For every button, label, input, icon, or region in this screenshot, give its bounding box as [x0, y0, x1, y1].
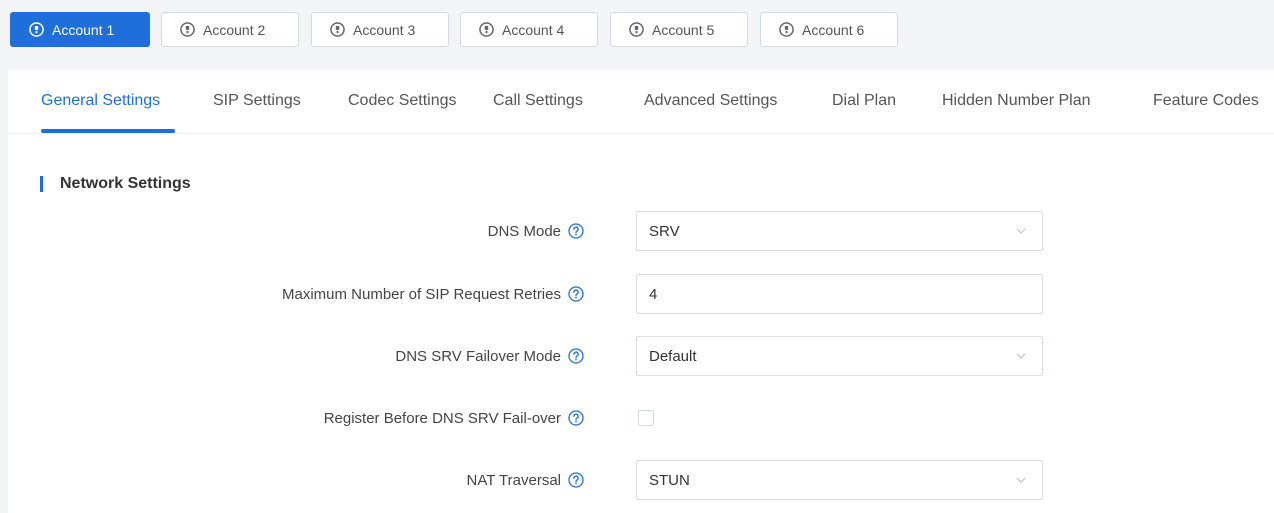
- account-tab-label: Account 2: [203, 21, 266, 38]
- account-icon: [479, 22, 494, 37]
- tab-hidden-number-plan[interactable]: Hidden Number Plan: [942, 92, 1091, 110]
- max-retries-input[interactable]: 4: [636, 274, 1043, 314]
- dns-srv-failover-select[interactable]: Default: [636, 336, 1043, 376]
- account-tab-label: Account 5: [652, 21, 715, 38]
- register-before-failover-label: Register Before DNS SRV Fail-over: [323, 409, 561, 427]
- nat-traversal-value: STUN: [649, 471, 690, 489]
- nat-traversal-select[interactable]: STUN: [636, 460, 1043, 500]
- tab-dial-plan[interactable]: Dial Plan: [832, 92, 896, 110]
- account-tab-2[interactable]: Account 2: [161, 12, 299, 47]
- field-label: Register Before DNS SRV Fail-over: [324, 398, 584, 438]
- dns-mode-label: DNS Mode: [487, 222, 561, 240]
- chevron-down-icon: [1016, 353, 1026, 359]
- nat-traversal-label: NAT Traversal: [466, 471, 561, 489]
- dns-mode-select[interactable]: SRV: [636, 211, 1043, 251]
- account-icon: [330, 22, 345, 37]
- help-icon[interactable]: [568, 286, 584, 302]
- account-tab-label: Account 4: [502, 21, 565, 38]
- account-tab-3[interactable]: Account 3: [311, 12, 449, 47]
- account-icon: [779, 22, 794, 37]
- account-tab-6[interactable]: Account 6: [760, 12, 898, 47]
- help-icon[interactable]: [568, 410, 584, 426]
- account-icon: [180, 22, 195, 37]
- field-row-dns-srv-failover: DNS SRV Failover Mode Default: [8, 336, 1274, 376]
- chevron-down-icon: [1016, 228, 1026, 234]
- dns-srv-failover-label: DNS SRV Failover Mode: [395, 347, 561, 365]
- section-title-text: Network Settings: [60, 175, 191, 192]
- field-row-dns-mode: DNS Mode SRV: [8, 211, 1274, 251]
- account-tab-label: Account 1: [52, 21, 115, 38]
- field-label: DNS Mode: [488, 211, 584, 251]
- max-retries-label: Maximum Number of SIP Request Retries: [282, 285, 561, 303]
- main-panel: General Settings SIP Settings Codec Sett…: [8, 70, 1274, 513]
- dns-srv-failover-value: Default: [649, 347, 697, 365]
- field-label: DNS SRV Failover Mode: [395, 336, 584, 376]
- account-tab-5[interactable]: Account 5: [610, 12, 748, 47]
- tab-feature-codes[interactable]: Feature Codes: [1153, 92, 1259, 110]
- dns-mode-value: SRV: [649, 222, 680, 240]
- account-tab-label: Account 6: [802, 21, 865, 38]
- max-retries-value: 4: [649, 285, 658, 303]
- tab-general-settings[interactable]: General Settings: [41, 92, 160, 110]
- chevron-down-icon: [1016, 477, 1026, 483]
- field-row-nat-traversal: NAT Traversal STUN: [8, 460, 1274, 500]
- tab-codec-settings[interactable]: Codec Settings: [348, 92, 457, 110]
- register-before-failover-checkbox[interactable]: [638, 410, 654, 426]
- account-bar: Account 1 Account 2 Account 3 Account 4 …: [0, 0, 1274, 70]
- field-row-max-retries: Maximum Number of SIP Request Retries 4: [8, 274, 1274, 314]
- settings-tabs: General Settings SIP Settings Codec Sett…: [8, 70, 1274, 134]
- help-icon[interactable]: [568, 472, 584, 488]
- active-tab-indicator: [41, 129, 175, 133]
- field-label: NAT Traversal: [467, 460, 584, 500]
- field-label: Maximum Number of SIP Request Retries: [282, 274, 584, 314]
- help-icon[interactable]: [568, 223, 584, 239]
- account-tab-1[interactable]: Account 1: [10, 12, 150, 47]
- account-icon: [629, 22, 644, 37]
- account-icon: [29, 22, 44, 37]
- tab-sip-settings[interactable]: SIP Settings: [213, 92, 301, 110]
- section-accent-bar: [40, 176, 43, 192]
- account-tab-4[interactable]: Account 4: [460, 12, 598, 47]
- account-tab-label: Account 3: [353, 21, 416, 38]
- section-title: Network Settings: [40, 174, 191, 194]
- tab-call-settings[interactable]: Call Settings: [493, 92, 583, 110]
- help-icon[interactable]: [568, 348, 584, 364]
- field-row-register-before-failover: Register Before DNS SRV Fail-over: [8, 398, 1274, 438]
- tab-advanced-settings[interactable]: Advanced Settings: [644, 92, 777, 110]
